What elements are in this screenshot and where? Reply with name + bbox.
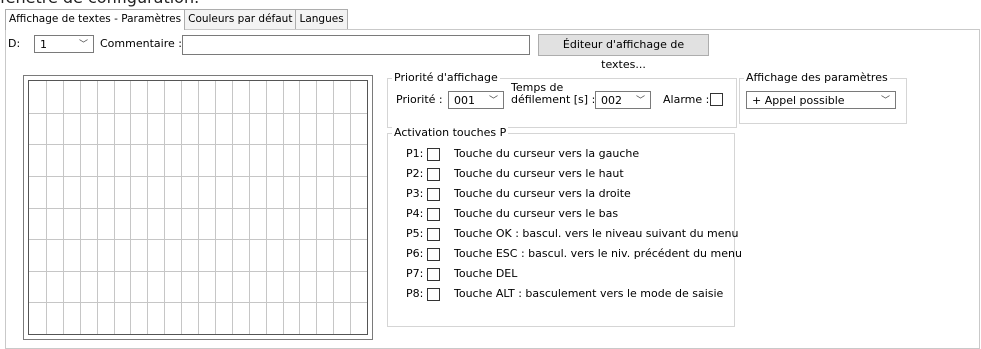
scroll-time-select[interactable]: 002 ﹀: [595, 91, 651, 109]
d-select[interactable]: 1 ﹀: [34, 35, 94, 53]
alarm-checkbox[interactable]: [710, 93, 723, 106]
p6-checkbox[interactable]: [427, 248, 440, 261]
tab-languages[interactable]: Langues: [295, 9, 348, 29]
tab-bar: Affichage de textes - Paramètres Couleur…: [5, 9, 348, 30]
p-keys-group: Activation touches P P1: Touche du curse…: [387, 126, 742, 327]
chevron-down-icon: ﹀: [635, 96, 645, 106]
priority-select[interactable]: 001 ﹀: [448, 91, 504, 109]
p-key-label: Touche du curseur vers le haut: [454, 167, 624, 180]
tab-default-colors[interactable]: Couleurs par défaut: [184, 9, 297, 29]
parameter-display-title: Affichage des paramètres: [744, 71, 890, 84]
display-priority-title: Priorité d'affichage: [392, 71, 500, 84]
window-caption: fenêtre de configuration.: [0, 0, 981, 8]
comment-input[interactable]: [182, 35, 530, 55]
grid-lines: [29, 81, 367, 334]
priority-label: Priorité :: [396, 93, 443, 106]
p-key-id: P4:: [406, 207, 424, 220]
p7-checkbox[interactable]: [427, 268, 440, 281]
p-key-label: Touche du curseur vers le bas: [454, 207, 619, 220]
alarm-label: Alarme :: [663, 93, 710, 106]
p-key-label: Touche du curseur vers la gauche: [454, 147, 640, 160]
parameter-display-value: + Appel possible: [752, 94, 845, 107]
chevron-down-icon: ﹀: [488, 96, 498, 106]
p-key-id: P8:: [406, 287, 424, 300]
p-key-label: Touche OK : bascul. vers le niveau suiva…: [454, 227, 739, 240]
chevron-down-icon: ﹀: [78, 40, 88, 50]
display-preview-grid: [28, 80, 368, 335]
display-priority-group: Priorité d'affichage Priorité : 001 ﹀ Te…: [387, 71, 737, 128]
parameter-display-select[interactable]: + Appel possible ﹀: [746, 91, 896, 109]
priority-select-value: 001: [454, 94, 475, 107]
comment-label: Commentaire :: [100, 37, 182, 50]
p2-checkbox[interactable]: [427, 168, 440, 181]
p-key-id: P6:: [406, 247, 424, 260]
scroll-time-label-2: défilement [s] :: [511, 93, 596, 106]
scroll-time-select-value: 002: [601, 94, 622, 107]
p1-checkbox[interactable]: [427, 148, 440, 161]
p-key-id: P5:: [406, 227, 424, 240]
p-keys-title: Activation touches P: [392, 126, 509, 139]
p8-checkbox[interactable]: [427, 288, 440, 301]
chevron-down-icon: ﹀: [880, 96, 890, 106]
p5-checkbox[interactable]: [427, 228, 440, 241]
p3-checkbox[interactable]: [427, 188, 440, 201]
p-key-id: P3:: [406, 187, 424, 200]
p-key-label: Touche DEL: [454, 267, 518, 280]
settings-panel: D: 1 ﹀ Commentaire : Éditeur d'affichage…: [5, 29, 980, 349]
p-key-id: P1:: [406, 147, 424, 160]
display-preview-frame: [23, 75, 373, 340]
p-key-id: P7:: [406, 267, 424, 280]
p-key-label: Touche ESC : bascul. vers le niv. précéd…: [454, 247, 742, 260]
p-key-label: Touche ALT : basculement vers le mode de…: [454, 287, 724, 300]
d-label: D:: [8, 37, 21, 50]
tab-text-display-parameters[interactable]: Affichage de textes - Paramètres: [5, 9, 186, 30]
parameter-display-group: Affichage des paramètres + Appel possibl…: [739, 71, 907, 124]
p4-checkbox[interactable]: [427, 208, 440, 221]
p-key-label: Touche du curseur vers la droite: [454, 187, 631, 200]
text-display-editor-button[interactable]: Éditeur d'affichage de textes...: [538, 34, 709, 71]
p-key-id: P2:: [406, 167, 424, 180]
d-select-value: 1: [40, 38, 47, 51]
